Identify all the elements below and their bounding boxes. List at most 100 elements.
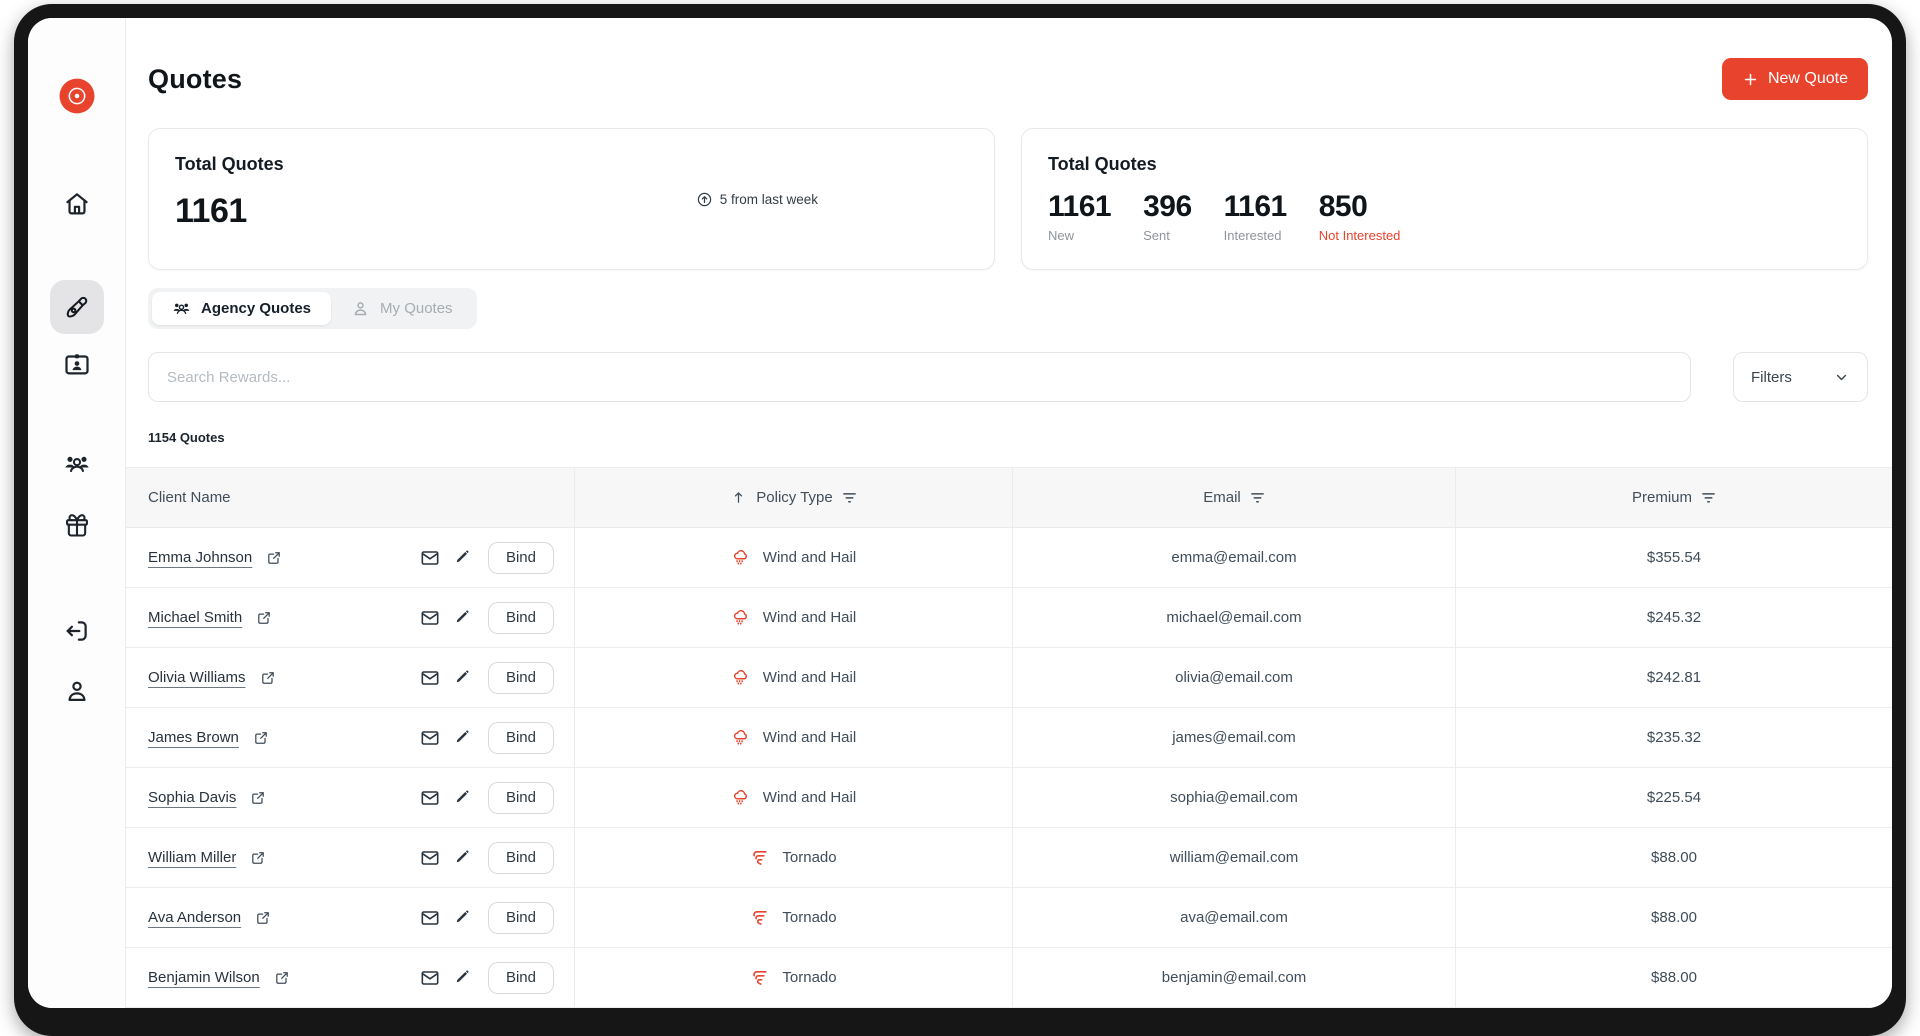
external-link-icon[interactable] bbox=[256, 610, 272, 626]
policy-type-label: Wind and Hail bbox=[763, 609, 856, 626]
mail-icon[interactable] bbox=[420, 728, 440, 748]
table-row: James Brown Bind Wind and Hail james@ema… bbox=[126, 708, 1892, 768]
mail-icon[interactable] bbox=[420, 968, 440, 988]
bind-button[interactable]: Bind bbox=[488, 722, 554, 754]
edit-pencil-icon[interactable] bbox=[454, 548, 474, 568]
edit-pencil-icon[interactable] bbox=[454, 908, 474, 928]
user-icon bbox=[63, 677, 91, 705]
wind-hail-icon bbox=[731, 608, 751, 628]
pen-icon bbox=[63, 294, 90, 321]
edit-pencil-icon[interactable] bbox=[454, 848, 474, 868]
wind-hail-icon bbox=[731, 788, 751, 808]
table-row: Sophia Davis Bind Wind and Hail sophia@e… bbox=[126, 768, 1892, 828]
sidebar-item-profile[interactable] bbox=[63, 677, 91, 705]
external-link-icon[interactable] bbox=[255, 910, 271, 926]
sort-ascending-icon[interactable] bbox=[730, 489, 747, 506]
column-header-email[interactable]: Email bbox=[1012, 468, 1455, 527]
mail-icon[interactable] bbox=[420, 668, 440, 688]
external-link-icon[interactable] bbox=[253, 730, 269, 746]
tab-agency-quotes[interactable]: Agency Quotes bbox=[152, 292, 331, 325]
column-header-client-name[interactable]: Client Name bbox=[126, 468, 574, 527]
plus-icon bbox=[1742, 71, 1759, 88]
main-content: Quotes New Quote Total Quotes 1161 5 fro… bbox=[126, 18, 1892, 1008]
contact-card-icon bbox=[63, 350, 91, 378]
quotes-table: Client Name Policy Type Email Premium bbox=[126, 467, 1892, 1008]
sidebar-item-team[interactable] bbox=[63, 450, 91, 478]
stat-interested: 1161 Interested bbox=[1224, 190, 1287, 243]
client-name-link[interactable]: Olivia Williams bbox=[148, 669, 246, 686]
client-name-link[interactable]: Benjamin Wilson bbox=[148, 969, 260, 986]
column-header-policy-type[interactable]: Policy Type bbox=[574, 468, 1012, 527]
tornado-icon bbox=[750, 848, 770, 868]
edit-pencil-icon[interactable] bbox=[454, 608, 474, 628]
table-row: Emma Johnson Bind Wind and Hail emma@ema… bbox=[126, 528, 1892, 588]
bind-button[interactable]: Bind bbox=[488, 902, 554, 934]
email-cell: william@email.com bbox=[1012, 828, 1455, 887]
mail-icon[interactable] bbox=[420, 908, 440, 928]
tab-my-quotes[interactable]: My Quotes bbox=[331, 292, 473, 325]
page-title: Quotes bbox=[148, 64, 242, 95]
premium-cell: $88.00 bbox=[1455, 888, 1892, 947]
client-name-link[interactable]: William Miller bbox=[148, 849, 236, 866]
sidebar bbox=[28, 18, 126, 1008]
wind-hail-icon bbox=[731, 548, 751, 568]
hurricane-logo[interactable] bbox=[53, 72, 101, 120]
external-link-icon[interactable] bbox=[250, 790, 266, 806]
sidebar-item-rewards[interactable] bbox=[63, 511, 91, 539]
screenshot-stage: Quotes New Quote Total Quotes 1161 5 fro… bbox=[0, 0, 1920, 1036]
client-name-link[interactable]: Emma Johnson bbox=[148, 549, 252, 566]
circle-up-arrow-icon bbox=[696, 191, 713, 208]
external-link-icon[interactable] bbox=[250, 850, 266, 866]
premium-cell: $235.32 bbox=[1455, 708, 1892, 767]
client-name-link[interactable]: Ava Anderson bbox=[148, 909, 241, 926]
table-header-row: Client Name Policy Type Email Premium bbox=[126, 468, 1892, 528]
total-quotes-value: 1161 bbox=[175, 192, 284, 231]
bind-button[interactable]: Bind bbox=[488, 542, 554, 574]
client-name-link[interactable]: Sophia Davis bbox=[148, 789, 236, 806]
weekly-delta: 5 from last week bbox=[696, 191, 818, 208]
wind-hail-icon bbox=[731, 728, 751, 748]
premium-cell: $88.00 bbox=[1455, 828, 1892, 887]
search-input[interactable] bbox=[148, 352, 1691, 402]
sidebar-item-contacts[interactable] bbox=[63, 350, 91, 378]
filter-icon[interactable] bbox=[1250, 491, 1265, 505]
external-link-icon[interactable] bbox=[274, 970, 290, 986]
edit-pencil-icon[interactable] bbox=[454, 668, 474, 688]
external-link-icon[interactable] bbox=[260, 670, 276, 686]
tornado-icon bbox=[750, 968, 770, 988]
mail-icon[interactable] bbox=[420, 608, 440, 628]
mail-icon[interactable] bbox=[420, 788, 440, 808]
bind-button[interactable]: Bind bbox=[488, 962, 554, 994]
bind-button[interactable]: Bind bbox=[488, 662, 554, 694]
bind-button[interactable]: Bind bbox=[488, 602, 554, 634]
quotes-tabs: Agency Quotes My Quotes bbox=[148, 288, 477, 329]
sidebar-item-home[interactable] bbox=[63, 190, 91, 218]
team-icon bbox=[172, 299, 191, 318]
mail-icon[interactable] bbox=[420, 848, 440, 868]
email-cell: olivia@email.com bbox=[1012, 648, 1455, 707]
edit-pencil-icon[interactable] bbox=[454, 728, 474, 748]
column-header-premium[interactable]: Premium bbox=[1455, 468, 1892, 527]
email-cell: michael@email.com bbox=[1012, 588, 1455, 647]
table-row: Benjamin Wilson Bind Tornado benjamin@em… bbox=[126, 948, 1892, 1008]
filters-button[interactable]: Filters bbox=[1733, 352, 1868, 402]
policy-type-label: Tornado bbox=[782, 909, 836, 926]
client-name-link[interactable]: Michael Smith bbox=[148, 609, 242, 626]
bind-button[interactable]: Bind bbox=[488, 842, 554, 874]
sidebar-item-logout[interactable] bbox=[63, 617, 91, 645]
premium-cell: $225.54 bbox=[1455, 768, 1892, 827]
premium-cell: $242.81 bbox=[1455, 648, 1892, 707]
quotes-breakdown-card: Total Quotes 1161 New 396 Sent 1161 Inte bbox=[1021, 128, 1868, 270]
filter-icon[interactable] bbox=[1701, 491, 1716, 505]
edit-pencil-icon[interactable] bbox=[454, 788, 474, 808]
bind-button[interactable]: Bind bbox=[488, 782, 554, 814]
new-quote-button[interactable]: New Quote bbox=[1722, 58, 1868, 100]
edit-pencil-icon[interactable] bbox=[454, 968, 474, 988]
stat-new: 1161 New bbox=[1048, 190, 1111, 243]
card-label: Total Quotes bbox=[175, 154, 284, 175]
mail-icon[interactable] bbox=[420, 548, 440, 568]
external-link-icon[interactable] bbox=[266, 550, 282, 566]
client-name-link[interactable]: James Brown bbox=[148, 729, 239, 746]
filter-icon[interactable] bbox=[842, 491, 857, 505]
sidebar-item-quotes[interactable] bbox=[50, 280, 104, 334]
